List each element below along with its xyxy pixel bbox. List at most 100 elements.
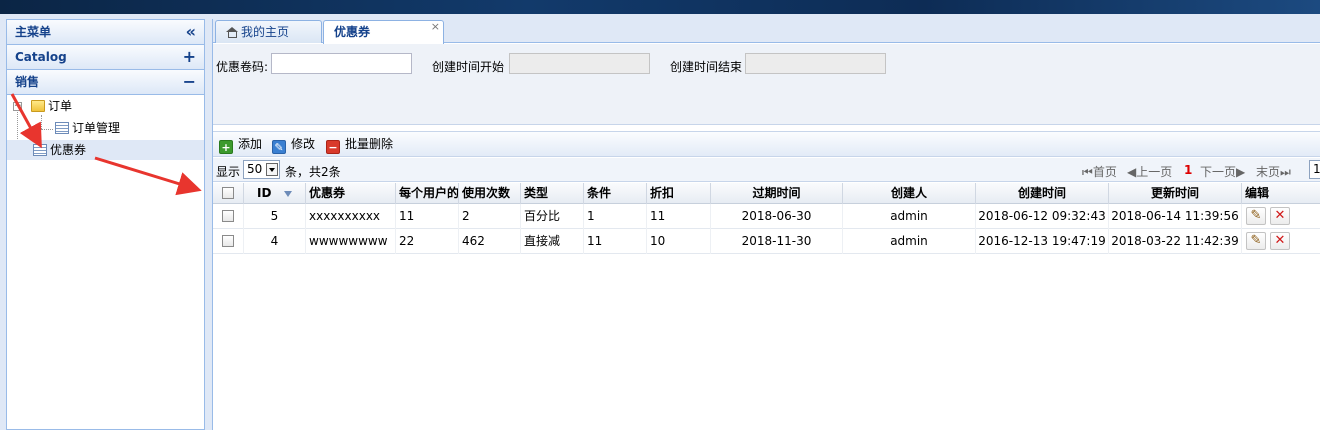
collapse-icon[interactable]: « xyxy=(186,20,196,44)
start-time-label: 创建时间开始 xyxy=(432,60,505,74)
delete-row-icon[interactable]: ✕ xyxy=(1270,232,1290,250)
edit-row-icon[interactable]: ✎ xyxy=(1246,232,1266,250)
row-checkbox-cell[interactable] xyxy=(213,204,244,229)
table-row[interactable]: 4 wwwwwwww 22 462 直接减 11 10 2018-11-30 a… xyxy=(213,229,1320,254)
last-page-link[interactable]: 末页⏭ xyxy=(1256,163,1291,180)
cell-per-user: 11 xyxy=(396,204,459,229)
start-time-input[interactable] xyxy=(509,53,650,74)
end-time-label: 创建时间结束 xyxy=(670,60,743,74)
tab-home[interactable]: 我的主页 xyxy=(215,20,322,43)
cell-creator: admin xyxy=(843,229,976,254)
tab-coupon-label: 优惠券 xyxy=(334,25,371,39)
cell-type: 百分比 xyxy=(521,204,584,229)
header-usage-count[interactable]: 使用次数 xyxy=(459,183,521,204)
tab-home-label: 我的主页 xyxy=(241,25,290,39)
cell-coupon: xxxxxxxxxx xyxy=(306,204,396,229)
record-count: 条，共2条 xyxy=(285,165,341,179)
edit-button[interactable]: ✎ 修改 xyxy=(272,136,315,154)
show-label: 显示 xyxy=(216,165,241,179)
main-content: 我的主页 优惠券 × 优惠卷码: 创建时间开始 创建时间结束 + 添加 ✎ 修改 −… xyxy=(212,19,1320,430)
tree-node-order-management-label: 订单管理 xyxy=(72,121,121,135)
header-discount[interactable]: 折扣 xyxy=(647,183,711,204)
row-checkbox[interactable] xyxy=(222,210,234,222)
delete-icon: − xyxy=(326,140,340,154)
page-number-input[interactable]: 1 xyxy=(1309,160,1320,179)
end-time-input[interactable] xyxy=(745,53,886,74)
header-per-user[interactable]: 每个用户的 xyxy=(396,183,459,204)
home-icon xyxy=(226,27,238,38)
last-page-label: 末页 xyxy=(1256,165,1281,179)
tree-node-order-label: 订单 xyxy=(48,99,73,113)
tree-node-order-management[interactable]: 订单管理 xyxy=(55,118,120,138)
main-menu-header: 主菜单 « xyxy=(7,20,204,45)
cell-expire-time: 2018-11-30 xyxy=(711,229,843,254)
delete-row-icon[interactable]: ✕ xyxy=(1270,207,1290,225)
tree-node-order[interactable]: 订单 xyxy=(31,96,72,116)
header-update-time[interactable]: 更新时间 xyxy=(1109,183,1242,204)
main-menu-title: 主菜单 xyxy=(15,25,52,39)
row-checkbox-cell[interactable] xyxy=(213,229,244,254)
header-creator[interactable]: 创建人 xyxy=(843,183,976,204)
page-icon xyxy=(55,122,69,134)
coupon-code-input[interactable] xyxy=(271,53,412,74)
tab-coupon[interactable]: 优惠券 × xyxy=(323,20,444,44)
cell-usage-count: 462 xyxy=(459,229,521,254)
last-page-icon: ⏭ xyxy=(1280,165,1291,179)
table-header: ID 优惠券 每个用户的 使用次数 类型 条件 折扣 过期时间 创建人 创建时间… xyxy=(213,183,1320,204)
header-expire-time[interactable]: 过期时间 xyxy=(711,183,843,204)
cell-discount: 10 xyxy=(647,229,711,254)
page-size-value: 50 xyxy=(247,162,263,176)
collapse-section-icon[interactable]: − xyxy=(183,70,196,94)
cell-discount: 11 xyxy=(647,204,711,229)
cell-expire-time: 2018-06-30 xyxy=(711,204,843,229)
add-button-label: 添加 xyxy=(238,137,263,151)
select-all-checkbox[interactable] xyxy=(222,187,234,199)
first-page-link[interactable]: ⏮首页 xyxy=(1082,163,1117,180)
expand-icon[interactable]: + xyxy=(183,45,196,69)
tree-toggle-icon[interactable]: − xyxy=(13,102,22,111)
search-form: 优惠卷码: 创建时间开始 创建时间结束 xyxy=(213,44,1320,125)
next-page-link[interactable]: 下一页▶ xyxy=(1200,163,1245,180)
tree-line xyxy=(41,129,53,130)
add-icon: + xyxy=(219,140,233,154)
toolbar: + 添加 ✎ 修改 − 批量删除 xyxy=(213,131,1320,157)
section-sales[interactable]: 销售 − xyxy=(7,70,204,95)
edit-row-icon[interactable]: ✎ xyxy=(1246,207,1266,225)
prev-page-link[interactable]: ◀上一页 xyxy=(1127,163,1172,180)
page-size-select[interactable]: 50 xyxy=(243,160,280,179)
tab-strip: 我的主页 优惠券 × xyxy=(213,19,1320,44)
header-coupon[interactable]: 优惠券 xyxy=(306,183,396,204)
header-condition[interactable]: 条件 xyxy=(584,183,647,204)
cell-id: 4 xyxy=(244,229,306,254)
section-catalog-label: Catalog xyxy=(15,50,67,64)
header-id-label: ID xyxy=(257,186,272,200)
header-create-time[interactable]: 创建时间 xyxy=(976,183,1109,204)
table-row[interactable]: 5 xxxxxxxxxx 11 2 百分比 1 11 2018-06-30 ad… xyxy=(213,204,1320,229)
section-catalog[interactable]: Catalog + xyxy=(7,45,204,70)
cell-usage-count: 2 xyxy=(459,204,521,229)
cell-per-user: 22 xyxy=(396,229,459,254)
cell-coupon: wwwwwwww xyxy=(306,229,396,254)
header-id[interactable]: ID xyxy=(244,183,306,204)
edit-button-label: 修改 xyxy=(291,137,316,151)
add-button[interactable]: + 添加 xyxy=(219,136,262,154)
close-icon[interactable]: × xyxy=(431,16,440,38)
cell-id: 5 xyxy=(244,204,306,229)
cell-create-time: 2018-06-12 09:32:43 xyxy=(976,204,1109,229)
top-banner xyxy=(0,0,1320,14)
cell-type: 直接减 xyxy=(521,229,584,254)
left-nav-panel: 主菜单 « Catalog + 销售 − − 订单 订单管理 优惠券 xyxy=(6,19,205,430)
first-page-icon: ⏮ xyxy=(1082,165,1093,179)
next-page-icon: ▶ xyxy=(1236,165,1246,179)
first-page-label: 首页 xyxy=(1092,165,1117,179)
prev-page-label: 上一页 xyxy=(1136,165,1173,179)
page-icon xyxy=(33,144,47,156)
tree-node-coupon[interactable]: 优惠券 xyxy=(7,140,204,160)
chevron-down-icon xyxy=(266,163,278,176)
folder-icon xyxy=(31,100,45,112)
batch-delete-button[interactable]: − 批量删除 xyxy=(326,136,393,154)
row-checkbox[interactable] xyxy=(222,235,234,247)
header-type[interactable]: 类型 xyxy=(521,183,584,204)
edit-icon: ✎ xyxy=(272,140,286,154)
header-select-all[interactable] xyxy=(213,183,244,204)
